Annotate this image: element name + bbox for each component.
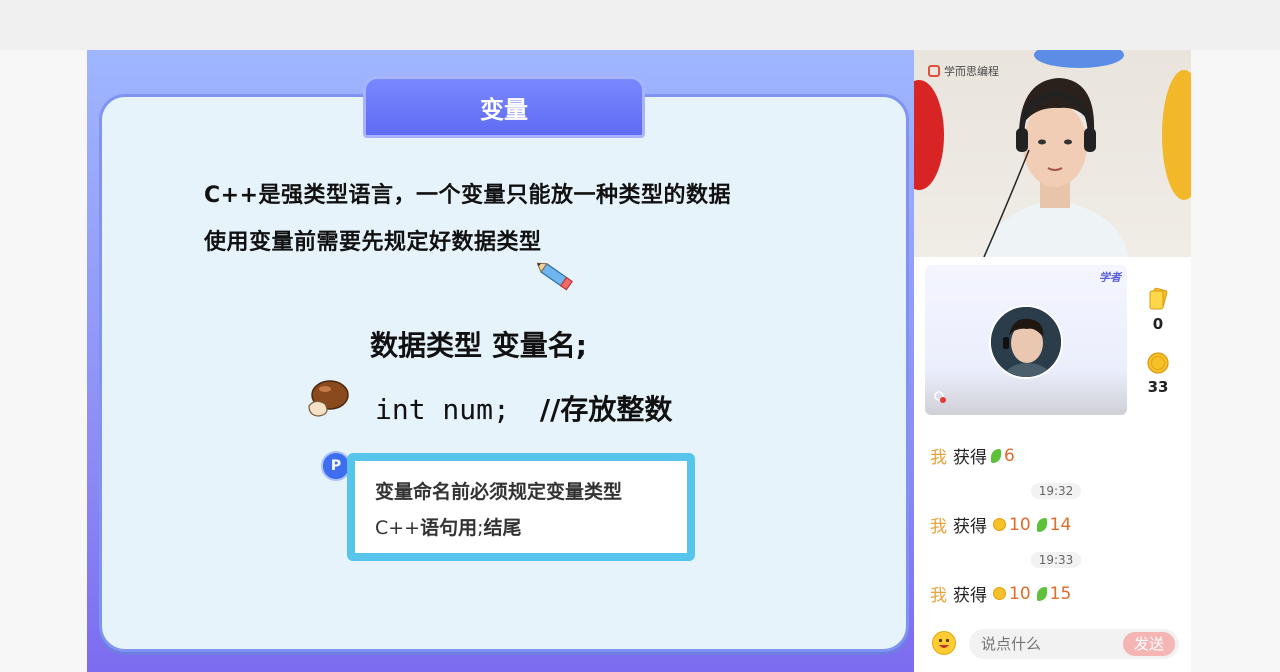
avatar-image bbox=[991, 307, 1061, 377]
leaf-reward: 14 bbox=[1049, 514, 1072, 535]
leaf-icon bbox=[991, 448, 1001, 463]
mushroom-icon bbox=[308, 380, 349, 417]
chat-message: 我 获得 6 bbox=[930, 443, 1021, 469]
chat-input[interactable] bbox=[981, 635, 1111, 653]
code-comment: //存放整数 bbox=[539, 393, 673, 426]
teacher-video[interactable]: 学而思编程 bbox=[914, 50, 1191, 257]
note-line-2-prefix: C++ bbox=[375, 517, 421, 539]
chat-verb: 获得 bbox=[953, 517, 987, 537]
card-count-value: 0 bbox=[1152, 315, 1164, 333]
leaf-icon bbox=[1036, 517, 1047, 532]
leaf-reward: 6 bbox=[1004, 445, 1015, 466]
card-count: 0 bbox=[1146, 287, 1170, 333]
coin-icon bbox=[993, 587, 1006, 600]
chat-verb: 获得 bbox=[953, 448, 987, 468]
brand-logo: 学而思编程 bbox=[928, 63, 999, 79]
code-statement: int num; bbox=[375, 393, 510, 426]
chat-verb: 获得 bbox=[953, 586, 987, 606]
brand-icon bbox=[928, 65, 940, 77]
teacher-figure bbox=[983, 78, 1129, 257]
coin-count-value: 33 bbox=[1147, 378, 1169, 396]
chat-message: 我 获得 10 15 bbox=[930, 581, 1077, 607]
coin-reward: 10 bbox=[1009, 514, 1031, 535]
coin-icon bbox=[1147, 352, 1169, 374]
chat-message: 我 获得 10 14 bbox=[930, 512, 1077, 538]
student-video[interactable]: 学者 bbox=[925, 265, 1127, 415]
pencil-icon bbox=[537, 262, 573, 291]
syntax-line: 数据类型 变量名; bbox=[370, 329, 587, 362]
coin-count: 33 bbox=[1146, 352, 1170, 396]
chat-sender: 我 bbox=[930, 448, 947, 468]
chat-sender: 我 bbox=[930, 517, 947, 537]
send-button[interactable]: 发送 bbox=[1123, 632, 1175, 656]
brand-text: 学而思编程 bbox=[944, 65, 999, 78]
note-line-2-main: 语句用 bbox=[420, 517, 478, 539]
slide-title: 变量 bbox=[363, 76, 645, 138]
chat-input-box[interactable]: 发送 bbox=[969, 629, 1179, 659]
note-line-2: C++语句用;结尾 bbox=[375, 513, 522, 540]
card-icon bbox=[1149, 287, 1168, 310]
student-tag: 学者 bbox=[1099, 271, 1121, 284]
chat-sender: 我 bbox=[930, 586, 947, 606]
chat-timestamp: 19:32 bbox=[1031, 483, 1081, 499]
microphone-icon[interactable] bbox=[933, 390, 947, 407]
note-line-2-suffix: 结尾 bbox=[483, 517, 522, 539]
leaf-icon bbox=[1036, 586, 1047, 601]
chat-timestamp: 19:33 bbox=[1031, 552, 1081, 568]
lesson-slide: 变量 C++是强类型语言，一个变量只能放一种类型的数据 使用变量前需要先规定好数… bbox=[87, 50, 914, 672]
note-box: 变量命名前必须规定变量类型 C++语句用;结尾 bbox=[347, 453, 695, 561]
top-bar bbox=[0, 0, 1280, 50]
avatar bbox=[989, 305, 1063, 379]
leaf-reward: 15 bbox=[1049, 583, 1072, 604]
slide-text-line-2: 使用变量前需要先规定好数据类型 bbox=[204, 230, 542, 255]
coin-icon bbox=[993, 518, 1006, 531]
coin-reward: 10 bbox=[1009, 583, 1031, 604]
slide-text-line-1: C++是强类型语言，一个变量只能放一种类型的数据 bbox=[204, 183, 732, 208]
side-panel: 学者 0 33 我 获得 6 19:32 我 获得 10 14 19:33 我 … bbox=[914, 257, 1191, 672]
note-line-1: 变量命名前必须规定变量类型 bbox=[375, 481, 623, 503]
code-example: int num; //存放整数 bbox=[375, 388, 672, 428]
emoji-icon[interactable] bbox=[932, 631, 956, 655]
